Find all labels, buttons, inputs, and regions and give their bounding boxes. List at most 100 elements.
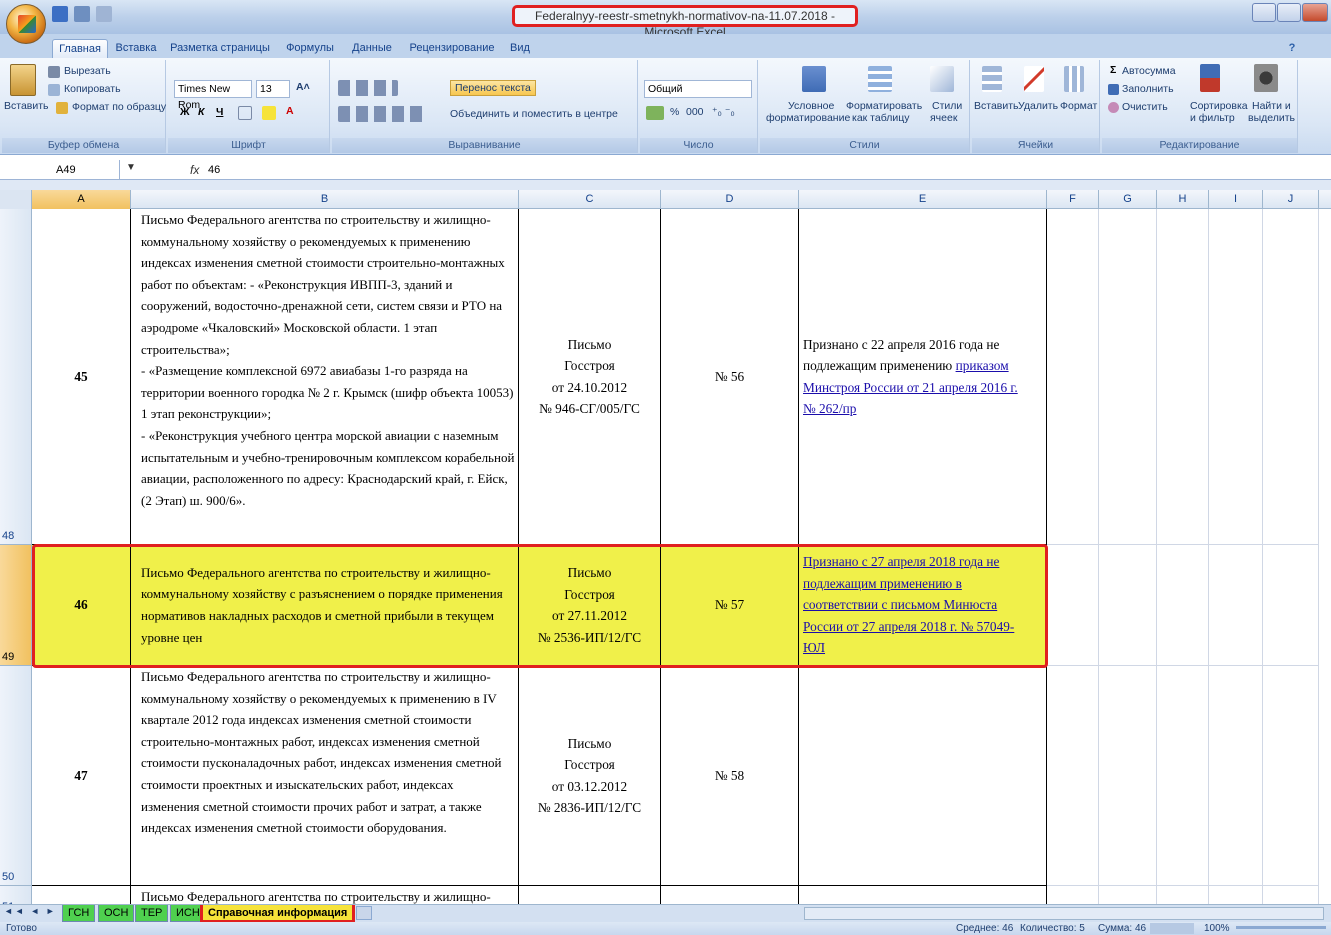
- find-select-icon[interactable]: [1254, 64, 1278, 92]
- clear-button[interactable]: Очистить: [1122, 101, 1168, 113]
- sheet-tab-reference-info[interactable]: Справочная информация: [200, 905, 356, 923]
- cell-styles-label-1[interactable]: Стили: [932, 100, 962, 112]
- sheet-tab-gsn[interactable]: ГСН: [62, 905, 96, 922]
- cell-f50[interactable]: [1047, 666, 1099, 886]
- column-header-j[interactable]: J: [1263, 190, 1319, 209]
- wrap-text-button[interactable]: Перенос текста: [450, 80, 536, 96]
- find-select-label-2[interactable]: выделить: [1248, 112, 1295, 124]
- cell-a50[interactable]: 47: [32, 666, 131, 886]
- sheet-tab-ter[interactable]: ТЕР: [135, 905, 169, 922]
- cell-i51[interactable]: [1209, 886, 1263, 904]
- currency-icon[interactable]: [646, 106, 664, 120]
- column-header-e[interactable]: E: [799, 190, 1047, 209]
- cell-b50[interactable]: Письмо Федерального агентства по строите…: [131, 666, 519, 886]
- tab-formulas[interactable]: Формулы: [280, 39, 340, 58]
- maximize-button[interactable]: [1277, 3, 1301, 22]
- column-header-i[interactable]: I: [1209, 190, 1263, 209]
- cell-a49[interactable]: 46: [32, 545, 131, 666]
- format-painter-button[interactable]: Формат по образцу: [72, 101, 166, 113]
- cell-e51[interactable]: [799, 886, 1047, 904]
- column-header-h[interactable]: H: [1157, 190, 1209, 209]
- cell-h48[interactable]: [1157, 209, 1209, 545]
- copy-button[interactable]: Копировать: [64, 83, 121, 95]
- fill-color-icon[interactable]: [262, 106, 276, 120]
- paste-button[interactable]: Вставить: [4, 100, 49, 112]
- cut-button[interactable]: Вырезать: [64, 65, 111, 77]
- sort-filter-label-1[interactable]: Сортировка: [1190, 100, 1248, 112]
- format-cells-button[interactable]: Формат: [1060, 100, 1097, 112]
- name-box[interactable]: A49: [0, 160, 120, 180]
- cell-j49[interactable]: [1263, 545, 1319, 666]
- cell-j51[interactable]: [1263, 886, 1319, 904]
- sort-filter-label-2[interactable]: и фильтр: [1190, 112, 1235, 124]
- column-header-g[interactable]: G: [1099, 190, 1157, 209]
- autosum-button[interactable]: Автосумма: [1122, 65, 1176, 77]
- font-name-select[interactable]: Times New Rom: [174, 80, 252, 111]
- cell-a51[interactable]: [32, 886, 131, 904]
- cell-styles-label-2[interactable]: ячеек: [930, 112, 957, 124]
- select-all-corner[interactable]: [0, 190, 32, 209]
- cell-b48[interactable]: Письмо Федерального агентства по строите…: [131, 209, 519, 545]
- cell-c48[interactable]: Письмо Госстроя от 24.10.2012 № 946-СГ/0…: [519, 209, 661, 545]
- zoom-slider[interactable]: [1236, 926, 1326, 929]
- thousands-button[interactable]: 000: [686, 106, 704, 118]
- format-cells-icon[interactable]: [1064, 66, 1084, 92]
- cell-i48[interactable]: [1209, 209, 1263, 545]
- conditional-format-icon[interactable]: [802, 66, 826, 92]
- delete-cells-icon[interactable]: [1024, 66, 1044, 92]
- percent-button[interactable]: %: [670, 106, 679, 118]
- name-box-dropdown-icon[interactable]: ▼: [126, 162, 136, 173]
- cell-d50[interactable]: № 58: [661, 666, 799, 886]
- row-header-48[interactable]: 48: [0, 209, 32, 545]
- formula-input[interactable]: 46: [208, 160, 220, 180]
- minimize-button[interactable]: [1252, 3, 1276, 22]
- conditional-format-label-1[interactable]: Условное: [788, 100, 834, 112]
- cell-b51[interactable]: Письмо Федерального агентства по строите…: [131, 886, 519, 904]
- cell-h51[interactable]: [1157, 886, 1209, 904]
- insert-sheet-icon[interactable]: [356, 906, 372, 920]
- format-table-label-1[interactable]: Форматировать: [846, 100, 922, 112]
- cell-d51[interactable]: [661, 886, 799, 904]
- column-header-b[interactable]: B: [131, 190, 519, 209]
- cell-c49[interactable]: Письмо Госстроя от 27.11.2012 № 2536-ИП/…: [519, 545, 661, 666]
- cell-i49[interactable]: [1209, 545, 1263, 666]
- close-button[interactable]: [1302, 3, 1328, 22]
- merge-center-button[interactable]: Объединить и поместить в центре: [450, 108, 618, 120]
- number-format-select[interactable]: Общий: [644, 80, 752, 98]
- italic-button[interactable]: К: [198, 106, 204, 118]
- cell-f49[interactable]: [1047, 545, 1099, 666]
- tab-home[interactable]: Главная: [52, 39, 108, 58]
- tab-data[interactable]: Данные: [346, 39, 398, 58]
- row-header-49[interactable]: 49: [0, 545, 32, 666]
- cell-g49[interactable]: [1099, 545, 1157, 666]
- format-table-label-2[interactable]: как таблицу: [852, 112, 910, 124]
- cell-e49[interactable]: Признано с 27 апреля 2018 года не подлеж…: [799, 545, 1047, 666]
- horizontal-scrollbar[interactable]: [804, 907, 1324, 920]
- cell-g48[interactable]: [1099, 209, 1157, 545]
- cell-b49[interactable]: Письмо Федерального агентства по строите…: [131, 545, 519, 666]
- cell-g50[interactable]: [1099, 666, 1157, 886]
- tab-page-layout[interactable]: Разметка страницы: [168, 39, 272, 58]
- cell-j48[interactable]: [1263, 209, 1319, 545]
- cell-e48[interactable]: Признано с 22 апреля 2016 года не подлеж…: [799, 209, 1047, 545]
- column-header-d[interactable]: D: [661, 190, 799, 209]
- zoom-level[interactable]: 100%: [1204, 922, 1230, 935]
- column-header-f[interactable]: F: [1047, 190, 1099, 209]
- cell-c51[interactable]: [519, 886, 661, 904]
- insert-function-icon[interactable]: fx: [190, 160, 199, 180]
- cell-f48[interactable]: [1047, 209, 1099, 545]
- office-button[interactable]: [6, 4, 46, 44]
- cell-e50[interactable]: [799, 666, 1047, 886]
- help-icon[interactable]: ?: [1284, 39, 1300, 58]
- row-header-50[interactable]: 50: [0, 666, 32, 886]
- borders-icon[interactable]: [238, 106, 252, 120]
- tab-view[interactable]: Вид: [504, 39, 536, 58]
- cell-h49[interactable]: [1157, 545, 1209, 666]
- paste-icon[interactable]: [10, 64, 36, 96]
- conditional-format-label-2[interactable]: форматирование: [766, 112, 850, 124]
- redo-icon[interactable]: [96, 6, 112, 22]
- sheet-tab-osn[interactable]: ОСН: [98, 905, 135, 922]
- cell-c50[interactable]: Письмо Госстроя от 03.12.2012 № 2836-ИП/…: [519, 666, 661, 886]
- font-color-icon[interactable]: A: [286, 105, 294, 117]
- sort-filter-icon[interactable]: [1200, 64, 1220, 92]
